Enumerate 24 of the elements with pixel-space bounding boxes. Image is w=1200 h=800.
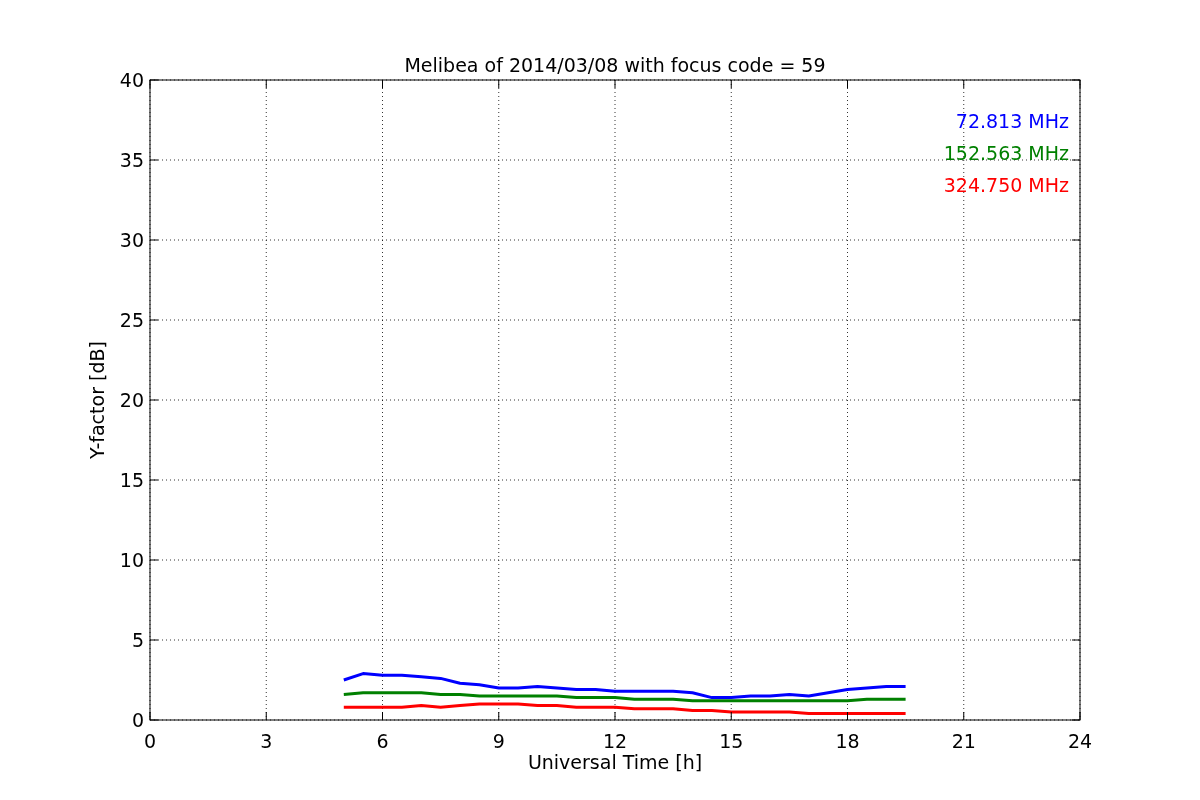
chart-title: Melibea of 2014/03/08 with focus code = 59	[404, 54, 826, 76]
legend-label: 324.750 MHz	[943, 174, 1069, 196]
tick-label: 0	[143, 730, 157, 752]
tick-label: 30	[119, 229, 144, 251]
tick-label: 15	[119, 469, 144, 491]
tick-label: 5	[131, 629, 144, 651]
tick-label: 20	[119, 389, 144, 411]
tick-label: 3	[260, 730, 273, 752]
tick-label: 24	[1067, 730, 1093, 752]
tick-label: 25	[119, 309, 144, 331]
tick-label: 40	[119, 69, 144, 91]
tick-label: 35	[119, 149, 144, 171]
tick-label: 18	[835, 730, 860, 752]
axis-label: Y-factor [dB]	[86, 341, 108, 459]
tick-label: 6	[376, 730, 389, 752]
legend-label: 152.563 MHz	[943, 142, 1069, 164]
axis-label: Universal Time [h]	[527, 751, 703, 773]
legend-label: 72.813 MHz	[955, 110, 1069, 132]
tick-label: 12	[602, 730, 628, 752]
tick-label: 15	[719, 730, 744, 752]
tick-label: 10	[119, 549, 144, 571]
tick-label: 0	[131, 709, 144, 731]
tick-label: 21	[951, 730, 976, 752]
tick-label: 9	[492, 730, 505, 752]
